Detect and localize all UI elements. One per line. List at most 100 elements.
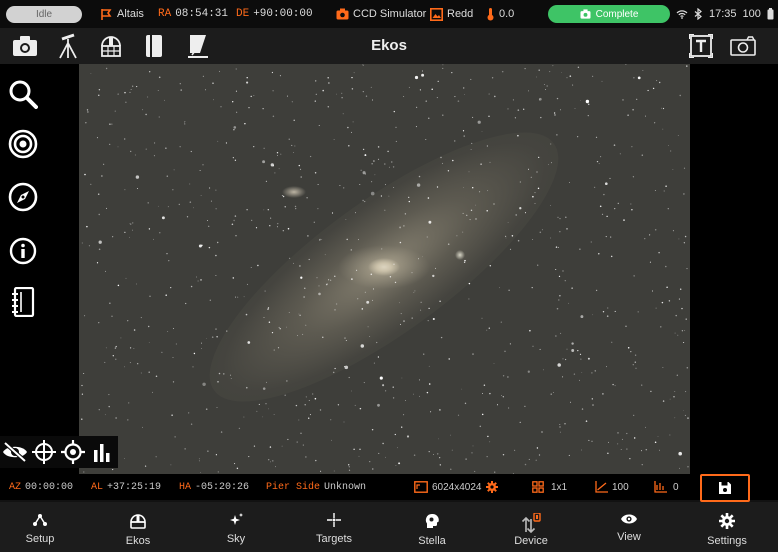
star <box>350 390 352 392</box>
star <box>267 458 270 461</box>
star <box>165 294 167 296</box>
star <box>562 358 564 360</box>
crosshair-button[interactable] <box>29 436 58 468</box>
star <box>454 140 456 142</box>
nav-view[interactable]: View <box>594 502 664 552</box>
star <box>465 458 467 460</box>
star <box>572 84 574 86</box>
star <box>559 431 561 433</box>
star <box>115 417 117 419</box>
star <box>477 120 481 124</box>
mount-button[interactable] <box>54 32 82 60</box>
star <box>558 299 560 301</box>
logbook-button[interactable] <box>140 32 168 60</box>
histogram-button[interactable] <box>87 436 116 468</box>
star <box>155 456 157 458</box>
star <box>570 401 571 403</box>
star <box>90 183 92 186</box>
hide-overlay-button[interactable] <box>0 436 29 468</box>
star <box>677 334 679 336</box>
star <box>685 391 687 393</box>
fullscreen-camera-button[interactable] <box>729 32 757 60</box>
text-overlay-button[interactable] <box>687 32 715 60</box>
star <box>348 144 350 147</box>
star <box>178 203 180 206</box>
star <box>205 408 208 411</box>
star <box>166 253 168 255</box>
star <box>580 99 582 101</box>
star <box>581 408 584 410</box>
star <box>148 228 151 230</box>
recorder-indicator[interactable]: Redd <box>430 0 473 28</box>
star <box>637 311 639 313</box>
binning-setting[interactable]: 1x1 <box>532 474 567 500</box>
star <box>206 338 207 340</box>
mount-indicator[interactable]: Altais <box>100 0 144 28</box>
star <box>200 195 202 197</box>
info-button[interactable] <box>7 235 39 267</box>
star <box>327 77 329 79</box>
capture-button[interactable] <box>11 32 39 60</box>
star <box>218 372 221 375</box>
idle-status-pill[interactable]: Idle <box>6 6 82 23</box>
star <box>622 99 624 101</box>
camera-indicator[interactable]: CCD Simulator <box>336 0 426 28</box>
target-icon <box>8 129 38 159</box>
star <box>595 136 598 138</box>
star <box>298 313 300 315</box>
fits-image-view[interactable] <box>79 64 690 474</box>
star <box>561 72 563 73</box>
notes-button[interactable] <box>7 286 39 318</box>
star <box>84 173 86 176</box>
nav-targets[interactable]: Targets <box>299 502 369 552</box>
star <box>481 413 484 416</box>
star <box>493 363 495 364</box>
nav-device[interactable]: Device <box>496 502 566 552</box>
search-button[interactable] <box>7 78 39 110</box>
nav-setup[interactable]: Setup <box>5 502 75 552</box>
star <box>235 68 237 70</box>
star <box>90 73 92 75</box>
nav-ekos[interactable]: Ekos <box>103 502 173 552</box>
temperature-indicator[interactable]: 0.0 <box>486 0 514 28</box>
ra-label: RA <box>158 8 172 20</box>
star <box>405 400 406 401</box>
star <box>413 291 415 293</box>
job-status-pill[interactable]: Complete <box>548 5 670 23</box>
al-value: +37:25:19 <box>107 481 162 493</box>
star <box>658 251 660 254</box>
star <box>296 441 298 443</box>
target-button[interactable] <box>7 128 39 160</box>
gain-setting[interactable]: 100 <box>595 474 629 500</box>
save-image-button[interactable] <box>700 474 750 502</box>
star <box>406 435 410 438</box>
observatory-button[interactable] <box>97 32 125 60</box>
star <box>149 295 151 297</box>
star <box>679 467 680 469</box>
camera-icon <box>580 9 591 19</box>
star <box>413 454 416 456</box>
nav-stella[interactable]: Stella <box>397 502 467 552</box>
star <box>667 208 669 210</box>
resolution-setting[interactable]: 6024x4024 <box>414 474 498 500</box>
star <box>559 218 561 220</box>
star <box>670 150 672 152</box>
al-readout: AL +37:25:19 <box>91 474 161 500</box>
nav-settings[interactable]: Settings <box>692 502 762 552</box>
star <box>425 100 427 102</box>
nav-sky[interactable]: Sky <box>201 502 271 552</box>
offset-setting[interactable]: 0 <box>654 474 679 500</box>
center-target-button[interactable] <box>58 436 87 468</box>
coordinate-info-bar: AZ 00:00:00 AL +37:25:19 HA -05:20:26 Pi… <box>0 474 778 500</box>
star <box>273 349 275 351</box>
compass-button[interactable] <box>7 181 39 213</box>
star <box>318 285 320 287</box>
star <box>200 472 201 473</box>
star <box>136 86 138 88</box>
star <box>550 143 552 145</box>
star <box>577 136 579 138</box>
star <box>613 144 616 146</box>
star <box>436 186 439 188</box>
flat-panel-button[interactable] <box>184 32 212 60</box>
star <box>479 425 482 428</box>
